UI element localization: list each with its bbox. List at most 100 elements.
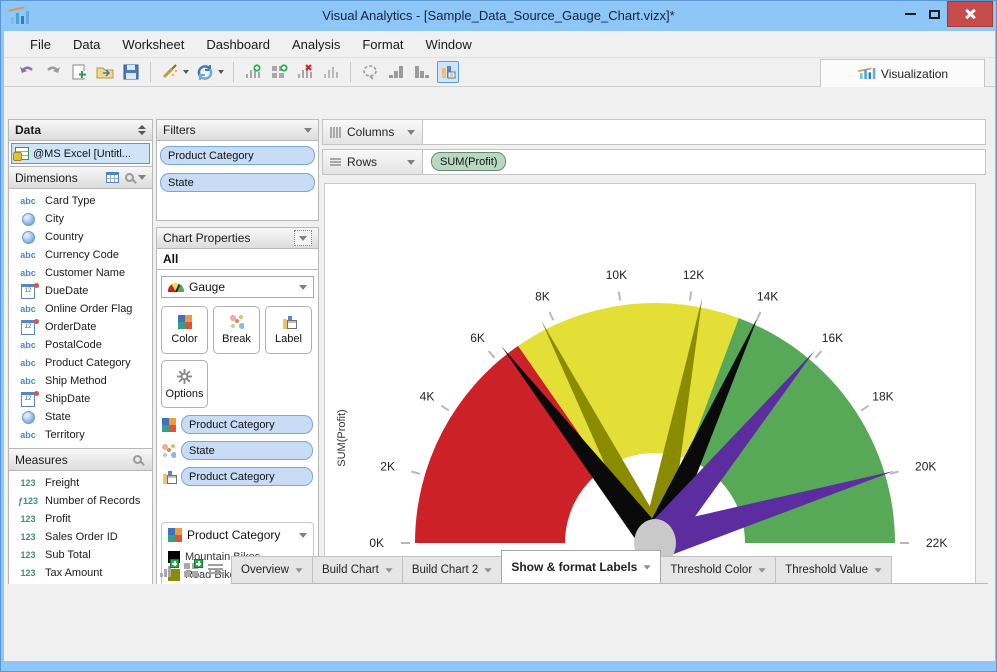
assignment-pill[interactable]: Product Category (181, 415, 313, 434)
lasso-select-icon[interactable] (359, 61, 381, 83)
dimension-item[interactable]: OrderDate (9, 318, 152, 336)
chevron-down-icon[interactable] (304, 127, 312, 133)
minimize-button[interactable] (899, 1, 921, 27)
dimension-item[interactable]: Card Type (9, 192, 152, 210)
data-panel-header[interactable]: Data (8, 119, 153, 141)
data-source-item[interactable]: @MS Excel [Untitl... (11, 143, 150, 164)
measures-header[interactable]: Measures (8, 449, 153, 471)
menu-item[interactable]: Analysis (282, 33, 350, 56)
chart-properties-header[interactable]: Chart Properties (156, 227, 319, 249)
measure-item[interactable]: Profit (9, 510, 152, 528)
redo-icon[interactable] (42, 61, 64, 83)
search-icon[interactable] (125, 173, 134, 182)
columns-shelf-button[interactable]: Columns (323, 120, 423, 144)
filter-pill[interactable]: State (160, 173, 315, 192)
legend-header[interactable]: Product Category (168, 528, 307, 542)
dimension-item[interactable]: City (9, 210, 152, 228)
sheet-tab[interactable]: Build Chart (311, 556, 403, 583)
measure-item[interactable]: Sales Order ID (9, 528, 152, 546)
dimension-item[interactable]: Online Order Flag (9, 300, 152, 318)
dimension-item[interactable]: Product Category (9, 354, 152, 372)
dimension-item[interactable]: Country (9, 228, 152, 246)
menu-item[interactable]: File (20, 33, 61, 56)
measure-pill[interactable]: SUM(Profit) (431, 152, 507, 171)
break-icon (229, 315, 244, 329)
measure-item[interactable]: Freight (9, 474, 152, 492)
menu-item[interactable]: Dashboard (196, 33, 280, 56)
rows-shelf-button[interactable]: Rows (323, 150, 423, 174)
new-document-icon[interactable] (68, 61, 90, 83)
sheet-tab[interactable]: Threshold Value (775, 556, 893, 583)
menu-item[interactable]: Worksheet (112, 33, 194, 56)
sheet-tab[interactable]: Show & format Labels (501, 550, 662, 583)
break-button[interactable]: Break (213, 306, 260, 354)
dimension-item[interactable]: Territory (9, 426, 152, 444)
delete-worksheet-icon[interactable] (294, 61, 316, 83)
assignment-pill[interactable]: State (181, 441, 313, 460)
chevron-down-icon[interactable] (183, 70, 189, 74)
view-as-table-icon[interactable] (106, 172, 119, 183)
menu-item[interactable]: Format (352, 33, 413, 56)
chart-type-value: Gauge (189, 280, 226, 294)
add-dashboard-icon[interactable] (268, 61, 290, 83)
assignment-pill[interactable]: Product Category (181, 467, 313, 486)
sheet-tab[interactable]: Build Chart 2 (401, 556, 503, 583)
chevron-down-icon[interactable] (299, 532, 307, 538)
new-datasource-icon[interactable] (159, 61, 181, 83)
dimension-item[interactable]: State (9, 408, 152, 426)
chevron-down-icon[interactable] (385, 567, 393, 573)
chevron-down-icon[interactable] (138, 175, 146, 180)
label-button[interactable]: Label (265, 306, 312, 354)
visualization-tab[interactable]: Visualization (820, 59, 985, 87)
dimension-item[interactable]: Ship Method (9, 372, 152, 390)
maximize-button[interactable] (923, 1, 945, 27)
add-worksheet-icon[interactable] (242, 61, 264, 83)
dimension-item[interactable]: Currency Code (9, 246, 152, 264)
chevron-down-icon[interactable] (643, 564, 651, 570)
menu-item[interactable]: Window (416, 33, 482, 56)
chevron-down-icon[interactable] (407, 129, 415, 135)
dimension-item[interactable]: Customer Name (9, 264, 152, 282)
new-dashboard-icon[interactable] (184, 559, 203, 577)
sort-descending-icon[interactable] (411, 61, 433, 83)
sheet-list-icon[interactable] (208, 564, 223, 576)
menu-item[interactable]: Data (63, 33, 110, 56)
chevron-down-icon[interactable] (874, 567, 882, 573)
show-labels-icon[interactable] (437, 61, 459, 83)
color-button[interactable]: Color (161, 306, 208, 354)
filters-header[interactable]: Filters (156, 119, 319, 141)
undo-icon[interactable] (16, 61, 38, 83)
open-folder-icon[interactable] (94, 61, 116, 83)
filter-pill[interactable]: Product Category (160, 146, 315, 165)
sort-ascending-icon[interactable] (385, 61, 407, 83)
dimensions-header[interactable]: Dimensions (8, 167, 153, 189)
chart-properties-menu-button[interactable] (294, 230, 312, 246)
new-worksheet-icon[interactable] (160, 559, 179, 577)
dimension-item[interactable]: DueDate (9, 282, 152, 300)
chart-type-select[interactable]: Gauge (161, 276, 314, 298)
duplicate-worksheet-icon[interactable] (320, 61, 342, 83)
chevron-down-icon[interactable] (295, 567, 303, 573)
minimize-icon (904, 13, 916, 15)
measure-item[interactable]: Tax Amount (9, 564, 152, 582)
dimension-item[interactable]: PostalCode (9, 336, 152, 354)
options-button[interactable]: Options (161, 360, 208, 408)
chevron-down-icon[interactable] (758, 567, 766, 573)
collapse-expand-icon[interactable] (138, 125, 146, 135)
search-icon[interactable] (133, 455, 142, 464)
dimension-item[interactable]: ShipDate (9, 390, 152, 408)
chevron-down-icon[interactable] (218, 70, 224, 74)
sheet-tab[interactable]: Threshold Color (660, 556, 777, 583)
close-button[interactable] (947, 1, 993, 27)
measure-item[interactable]: Number of Records (9, 492, 152, 510)
color-icon (177, 315, 192, 329)
chevron-down-icon[interactable] (407, 159, 415, 165)
save-icon[interactable] (120, 61, 142, 83)
field-type-icon (15, 318, 41, 335)
chevron-down-icon[interactable] (484, 567, 492, 573)
field-type-icon (15, 249, 41, 261)
sheet-tab[interactable]: Overview (231, 556, 313, 583)
measure-item[interactable]: Sub Total (9, 546, 152, 564)
scope-row[interactable]: All (156, 249, 319, 270)
refresh-icon[interactable] (194, 61, 216, 83)
